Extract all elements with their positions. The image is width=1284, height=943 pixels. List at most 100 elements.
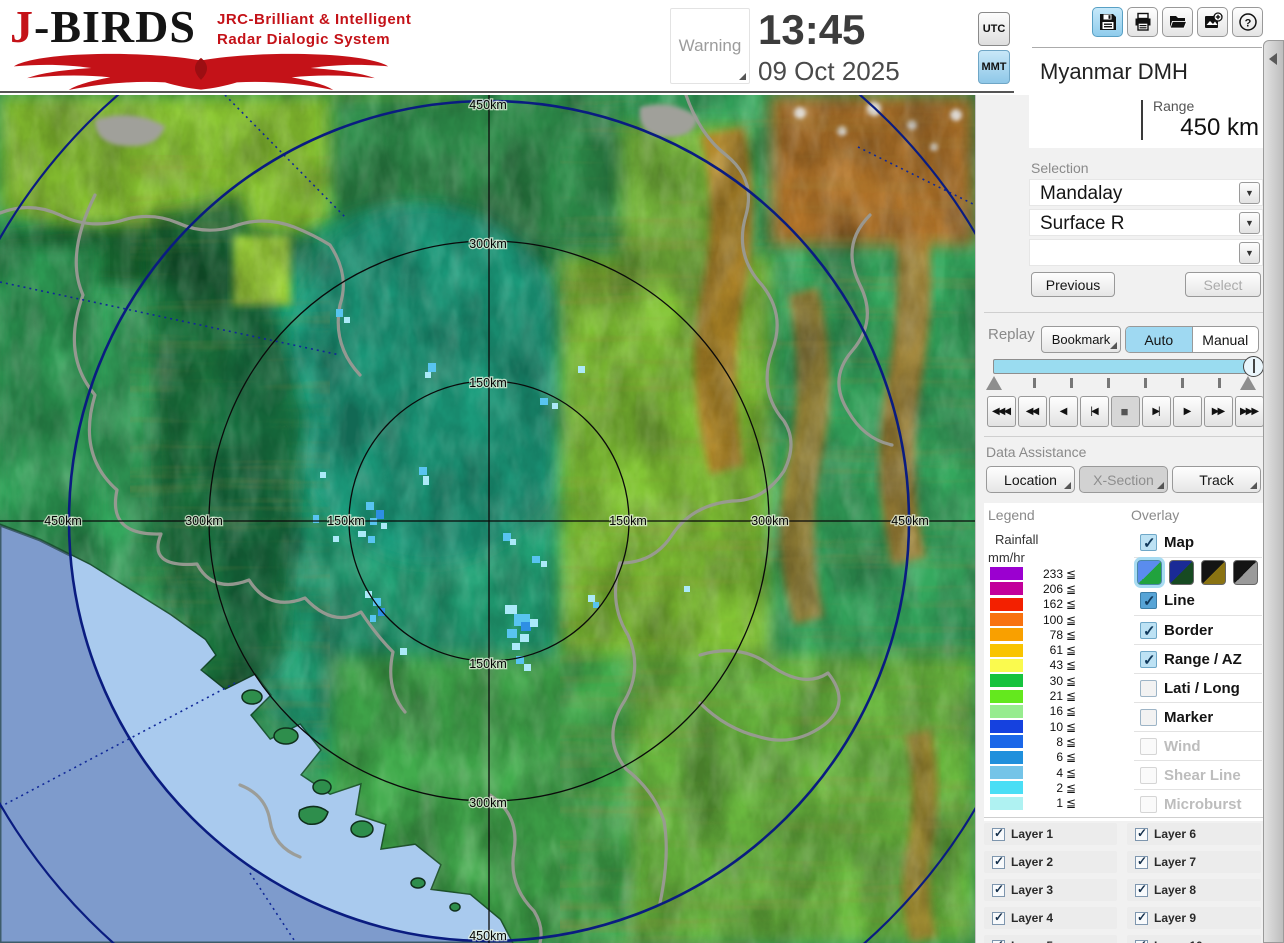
- legend-value: 78: [1049, 627, 1063, 642]
- overlay-item-label: Border: [1164, 621, 1214, 639]
- rewind-button[interactable]: ◀◀: [1018, 396, 1047, 427]
- legend-unit: mm/hr: [988, 550, 1025, 565]
- layer-checkbox[interactable]: [1135, 882, 1148, 897]
- rain-echo: [419, 467, 427, 475]
- layer-toggle[interactable]: Layer 1: [984, 823, 1117, 845]
- legend-value: 21: [1049, 689, 1063, 704]
- chevron-down-icon[interactable]: ▼: [1239, 182, 1260, 204]
- track-button[interactable]: Track: [1172, 466, 1261, 493]
- step-backward-button[interactable]: |◀: [1080, 396, 1109, 427]
- layer-checkbox[interactable]: [992, 938, 1005, 943]
- checkbox[interactable]: [1140, 621, 1157, 640]
- overlay-item-map[interactable]: Map: [1134, 528, 1262, 557]
- panel-collapse-strip[interactable]: [1263, 40, 1284, 943]
- layer-checkbox[interactable]: [992, 882, 1005, 897]
- bookmark-button[interactable]: Bookmark: [1041, 326, 1121, 353]
- product-dropdown-value: Surface R: [1040, 213, 1125, 234]
- layer-checkbox[interactable]: [1135, 938, 1148, 943]
- x-section-button[interactable]: X-Section: [1079, 466, 1168, 493]
- corner-menu-icon: [1250, 482, 1257, 489]
- layer-toggle[interactable]: Layer 8: [1127, 879, 1261, 901]
- legend-value: 61: [1049, 643, 1063, 658]
- layer-toggle[interactable]: Layer 5: [984, 935, 1117, 943]
- replay-mode-toggle: Auto Manual: [1125, 326, 1259, 353]
- radar-map[interactable]: 450km 300km 150km 150km 300km 450km 450km 300km…: [0, 95, 975, 943]
- overlay-item-border[interactable]: Border: [1134, 615, 1262, 644]
- play-forward-button[interactable]: ▶: [1173, 396, 1202, 427]
- rain-echo: [510, 539, 516, 545]
- layer-toggle[interactable]: Layer 6: [1127, 823, 1261, 845]
- mmt-label: MMT: [981, 61, 1007, 73]
- add-image-button[interactable]: [1197, 7, 1228, 37]
- auto-label: Auto: [1144, 331, 1174, 348]
- rain-echo: [552, 403, 558, 409]
- previous-button[interactable]: Previous: [1031, 272, 1115, 297]
- extra-dropdown[interactable]: ▼: [1029, 239, 1263, 266]
- utc-button[interactable]: UTC: [978, 12, 1010, 46]
- data-assistance-label: Data Assistance: [986, 444, 1087, 460]
- stop-button[interactable]: ■: [1111, 396, 1140, 427]
- layer-toggle[interactable]: Layer 3: [984, 879, 1117, 901]
- overlay-item-marker[interactable]: Marker: [1134, 702, 1262, 731]
- corner-resize-icon: [739, 73, 746, 80]
- layer-toggle[interactable]: Layer 2: [984, 851, 1117, 873]
- layer-checkbox[interactable]: [1135, 826, 1148, 841]
- product-dropdown[interactable]: Surface R ▼: [1029, 209, 1263, 236]
- chevron-down-icon[interactable]: ▼: [1239, 242, 1260, 264]
- divider: [984, 436, 1264, 437]
- layer-toggle[interactable]: Layer 4: [984, 907, 1117, 929]
- rain-echo: [503, 533, 511, 541]
- rain-echo: [344, 317, 350, 323]
- overlay-item-line[interactable]: Line: [1134, 586, 1262, 615]
- print-button[interactable]: [1127, 7, 1158, 37]
- checkbox[interactable]: [1140, 650, 1157, 669]
- replay-timeline-slider[interactable]: [993, 356, 1264, 377]
- overlay-item-range-az[interactable]: Range / AZ: [1134, 644, 1262, 673]
- overlay-item-wind: Wind: [1134, 731, 1262, 760]
- map-style-olive[interactable]: [1201, 559, 1226, 585]
- fast-forward-button[interactable]: ▶▶: [1204, 396, 1233, 427]
- fast-rewind-button[interactable]: ◀◀◀: [987, 396, 1016, 427]
- timeline-tick: [1070, 378, 1073, 388]
- layer-toggle[interactable]: Layer 7: [1127, 851, 1261, 873]
- open-file-button[interactable]: [1162, 7, 1193, 37]
- mmt-button[interactable]: MMT: [978, 50, 1010, 84]
- legend-color-swatch: [990, 674, 1023, 688]
- manual-mode-button[interactable]: Manual: [1193, 327, 1259, 352]
- checkbox[interactable]: [1140, 679, 1157, 697]
- checkbox: [1140, 766, 1157, 784]
- checkbox[interactable]: [1140, 592, 1157, 610]
- layer-checkbox[interactable]: [992, 854, 1005, 869]
- auto-mode-button[interactable]: Auto: [1126, 327, 1193, 352]
- overlay-item-label: Marker: [1164, 708, 1214, 726]
- map-style-terrain[interactable]: [1137, 559, 1162, 585]
- location-button[interactable]: Location: [986, 466, 1075, 493]
- replay-slider-handle[interactable]: [1243, 356, 1264, 377]
- layer-toggle[interactable]: Layer 10: [1127, 935, 1261, 943]
- logo-tagline-line2: Radar Dialogic System: [217, 30, 391, 48]
- layer-checkbox[interactable]: [1135, 854, 1148, 869]
- map-checkbox[interactable]: [1140, 534, 1157, 552]
- layer-checkbox[interactable]: [992, 910, 1005, 925]
- play-backward-button[interactable]: ◀: [1049, 396, 1078, 427]
- site-dropdown[interactable]: Mandalay ▼: [1029, 179, 1263, 206]
- layer-toggle[interactable]: Layer 9: [1127, 907, 1261, 929]
- map-style-dark[interactable]: [1169, 559, 1194, 585]
- map-style-grey[interactable]: [1233, 559, 1258, 585]
- select-button[interactable]: Select: [1185, 272, 1261, 297]
- chevron-down-icon[interactable]: ▼: [1239, 212, 1260, 234]
- help-button[interactable]: ?: [1232, 7, 1263, 37]
- rain-echo: [505, 605, 517, 614]
- checkbox[interactable]: [1140, 708, 1157, 726]
- warning-button[interactable]: Warning: [670, 8, 750, 84]
- timeline-end-marker[interactable]: [1240, 376, 1256, 390]
- timeline-start-marker[interactable]: [986, 376, 1002, 390]
- step-forward-button[interactable]: ▶|: [1142, 396, 1171, 427]
- layer-checkbox[interactable]: [992, 826, 1005, 841]
- legend-operator: ≦: [1066, 796, 1077, 811]
- range-label: 300km: [185, 514, 223, 528]
- layer-checkbox[interactable]: [1135, 910, 1148, 925]
- fastest-forward-button[interactable]: ▶▶▶: [1235, 396, 1264, 427]
- save-button[interactable]: [1092, 7, 1123, 37]
- overlay-item-lati-long[interactable]: Lati / Long: [1134, 673, 1262, 702]
